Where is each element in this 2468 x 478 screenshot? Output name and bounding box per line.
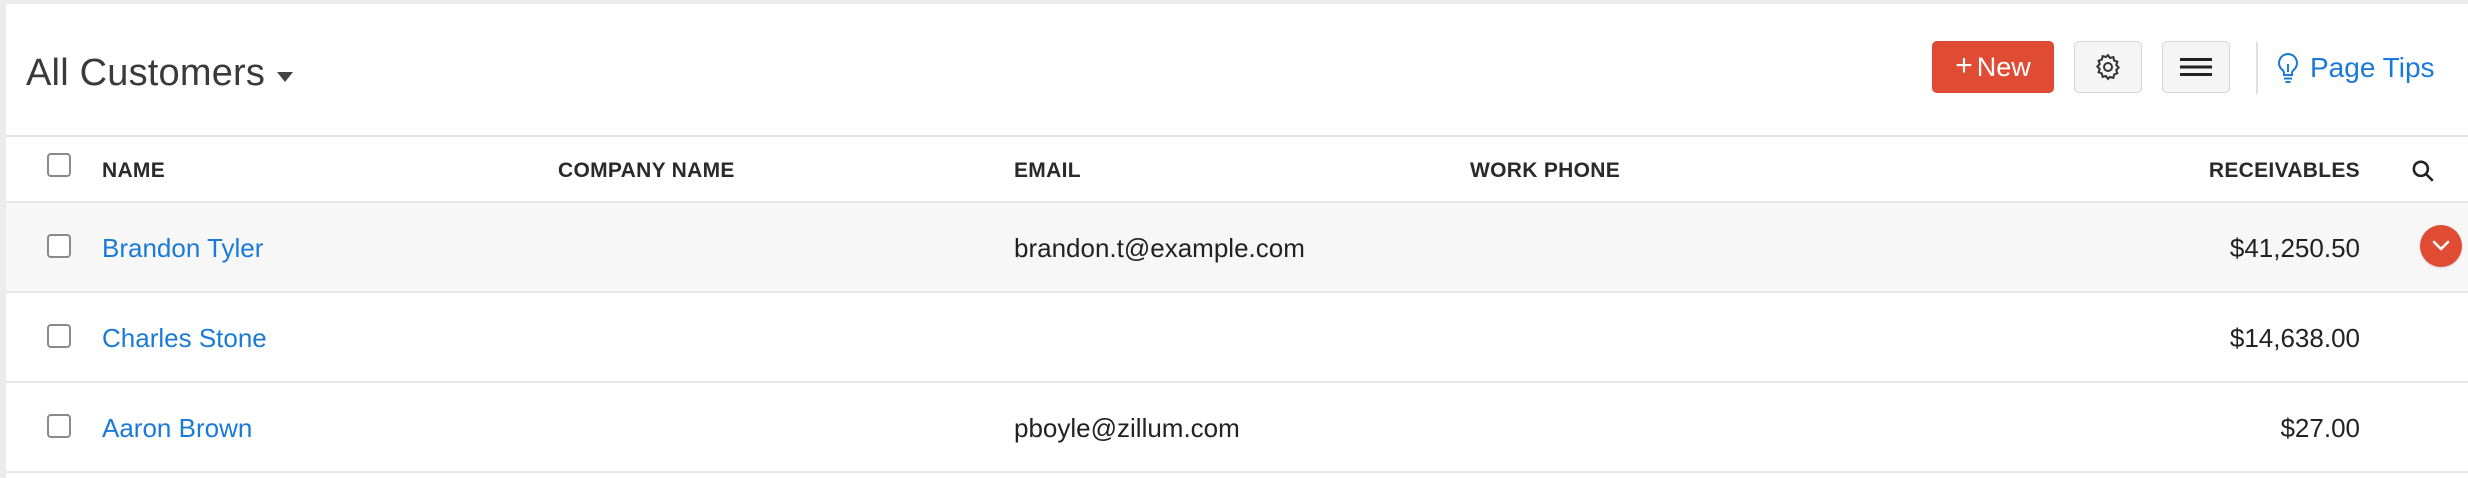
new-button[interactable]: + New	[1932, 41, 2054, 93]
row-actions-dropdown[interactable]	[2420, 225, 2462, 267]
select-all-checkbox[interactable]	[47, 153, 71, 177]
page-tips-link[interactable]: Page Tips	[2276, 48, 2435, 88]
email-cell: pboyle@zillum.com	[1014, 413, 1240, 443]
receivables-cell: $27.00	[2280, 413, 2360, 443]
row-checkbox[interactable]	[47, 414, 71, 438]
page-tips-label: Page Tips	[2310, 52, 2435, 83]
toolbar-divider	[2256, 42, 2258, 94]
table-row[interactable]: Brandon Tyler brandon.t@example.com $41,…	[6, 203, 2468, 293]
customer-name-link[interactable]: Charles Stone	[102, 323, 267, 354]
receivables-cell: $41,250.50	[2229, 233, 2360, 263]
table-header: NAME COMPANY NAME EMAIL WORK PHONE RECEI…	[6, 137, 2468, 203]
view-selector[interactable]: All Customers	[26, 52, 294, 95]
customer-name-link[interactable]: Brandon Tyler	[102, 233, 263, 264]
page-title[interactable]: All Customers	[26, 52, 265, 95]
column-header-work-phone[interactable]: WORK PHONE	[1470, 159, 1620, 183]
new-button-label: New	[1976, 51, 2031, 82]
hamburger-menu-icon	[2180, 58, 2212, 76]
table-row[interactable]: Aaron Brown pboyle@zillum.com $27.00	[6, 383, 2468, 473]
settings-button[interactable]	[2074, 41, 2142, 93]
search-icon[interactable]	[2410, 158, 2436, 184]
column-header-company[interactable]: COMPANY NAME	[558, 159, 735, 183]
row-checkbox[interactable]	[47, 234, 71, 258]
chevron-down-icon	[2432, 240, 2450, 251]
column-header-receivables[interactable]: RECEIVABLES	[2209, 159, 2360, 183]
customer-name-link[interactable]: Aaron Brown	[102, 413, 252, 444]
email-cell: brandon.t@example.com	[1014, 233, 1305, 263]
receivables-cell: $14,638.00	[2229, 323, 2360, 353]
column-header-email[interactable]: EMAIL	[1014, 159, 1081, 183]
row-checkbox[interactable]	[47, 324, 71, 348]
gear-icon	[2095, 53, 2121, 81]
caret-down-icon[interactable]	[277, 71, 294, 82]
plus-icon: +	[1955, 48, 1973, 82]
lightbulb-icon	[2278, 52, 2298, 83]
column-header-name[interactable]: NAME	[102, 159, 165, 183]
table-row[interactable]: Charles Stone $14,638.00	[6, 293, 2468, 383]
more-menu-button[interactable]	[2162, 41, 2230, 93]
